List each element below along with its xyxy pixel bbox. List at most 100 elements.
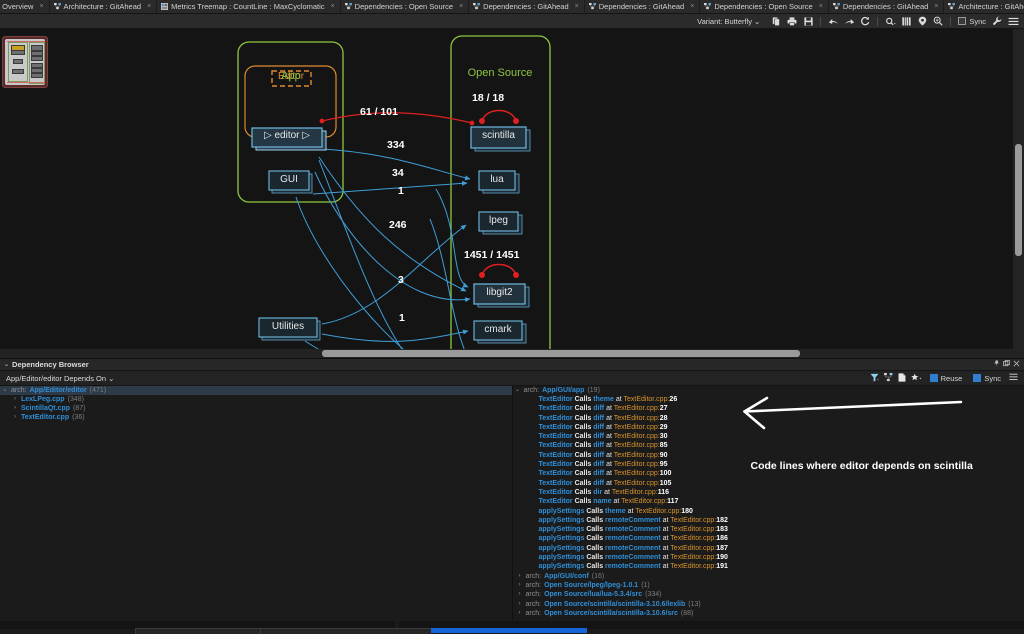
- collapsed-group-row[interactable]: › arch: Open Source/lpeg/lpeg-1.0.1 (1): [513, 581, 1024, 590]
- collapsed-group-row[interactable]: › arch: Open Source/scintilla/scintilla-3.…: [513, 600, 1024, 609]
- variant-selector[interactable]: Variant: Butterfly ⌄: [697, 17, 760, 26]
- tab-2[interactable]: Metrics Treemap : CountLine : MaxCycloma…: [157, 0, 341, 13]
- tab-0[interactable]: t Overview ×: [0, 0, 50, 13]
- chevron-down-icon[interactable]: ⌄: [515, 386, 521, 395]
- tab-4[interactable]: Dependencies : GitAhead ×: [469, 0, 585, 13]
- collapsed-group-row[interactable]: › arch: App/GUI/conf (16): [513, 572, 1024, 581]
- call-row[interactable]: applySettings Calls remoteComment at Tex…: [513, 525, 1024, 534]
- chevron-right-icon[interactable]: ›: [517, 590, 523, 599]
- node-gui[interactable]: GUI: [269, 174, 309, 185]
- columns-icon[interactable]: [898, 14, 914, 28]
- node-editor[interactable]: ▷ editor ▷: [255, 130, 319, 141]
- hamburger-icon[interactable]: [1005, 14, 1021, 28]
- undock-icon[interactable]: [1003, 360, 1010, 369]
- hierarchy-icon[interactable]: [883, 372, 893, 384]
- chevron-down-icon[interactable]: ⌄: [4, 361, 9, 368]
- tab-close-icon[interactable]: ×: [819, 3, 823, 10]
- chevron-right-icon[interactable]: ›: [12, 413, 18, 422]
- reuse-toggle[interactable]: Reuse: [929, 374, 962, 383]
- call-row[interactable]: applySettings Calls remoteComment at Tex…: [513, 553, 1024, 562]
- tab-1[interactable]: Architecture : GitAhead ×: [49, 0, 158, 13]
- copy-icon[interactable]: [768, 14, 784, 28]
- tab-close-icon[interactable]: ×: [690, 3, 694, 10]
- tab-close-icon[interactable]: ×: [147, 3, 151, 10]
- chevron-right-icon[interactable]: ›: [12, 404, 18, 413]
- call-row[interactable]: applySettings Calls remoteComment at Tex…: [513, 544, 1024, 553]
- depends-on-selector[interactable]: App/Editor/editor Depends On ⌄: [6, 374, 114, 383]
- location-pin-icon[interactable]: [914, 14, 930, 28]
- chevron-right-icon[interactable]: ›: [517, 581, 523, 590]
- print-icon[interactable]: [784, 14, 800, 28]
- tab-7[interactable]: Dependencies : GitAhead ×: [828, 0, 945, 13]
- star-icon[interactable]: [910, 373, 922, 384]
- tree-row[interactable]: ⌄ arch: App/Editor/editor (471): [0, 386, 512, 395]
- call-row[interactable]: applySettings Calls remoteComment at Tex…: [513, 534, 1024, 543]
- call-at: at: [606, 461, 612, 469]
- call-row[interactable]: TextEditor Calls dir at TextEditor.cpp:1…: [513, 488, 1024, 497]
- tab-8[interactable]: Architecture : GitAhead ×: [944, 0, 1024, 13]
- call-function: TextEditor: [538, 442, 573, 450]
- node-libgit2[interactable]: libgit2: [474, 287, 525, 298]
- scrollbar-thumb[interactable]: [1015, 144, 1022, 256]
- save-icon[interactable]: [800, 14, 816, 28]
- toolbar-sync-toggle[interactable]: Sync: [958, 17, 986, 26]
- tree-row[interactable]: › LexLPeg.cpp (348): [0, 395, 512, 404]
- collapsed-group-row[interactable]: › arch: Open Source/scintilla/scintilla-3.…: [513, 609, 1024, 618]
- call-target: remoteComment: [605, 563, 661, 571]
- graph-horizontal-scrollbar[interactable]: [0, 349, 1013, 358]
- call-function: applySettings: [538, 554, 585, 562]
- chevron-right-icon[interactable]: ›: [517, 572, 523, 581]
- node-utilities[interactable]: Utilities: [259, 321, 317, 332]
- graph-vertical-scrollbar[interactable]: [1013, 29, 1024, 358]
- collapsed-group-row[interactable]: › arch: Open Source/lua/lua-5.3.4/src (334): [513, 590, 1024, 599]
- graph-overview-minimap[interactable]: [2, 36, 48, 88]
- dependency-graph-canvas[interactable]: Editor App ▷ editor ▷ GUI Utilities Open…: [0, 29, 1024, 358]
- document-icon[interactable]: [898, 372, 906, 384]
- tree-row[interactable]: › TextEditor.cpp (36): [0, 413, 512, 422]
- tab-close-icon[interactable]: ×: [39, 3, 43, 10]
- call-row[interactable]: applySettings Calls remoteComment at Tex…: [513, 562, 1024, 571]
- pin-icon[interactable]: [993, 360, 1000, 369]
- node-lua[interactable]: lua: [479, 174, 515, 185]
- hamburger-icon[interactable]: [1009, 373, 1018, 383]
- dependency-sync-toggle[interactable]: Sync: [973, 374, 1001, 383]
- dependency-source-tree[interactable]: ⌄ arch: App/Editor/editor (471) › LexLPe…: [0, 386, 513, 621]
- forward-arrow-icon[interactable]: [841, 14, 857, 28]
- zoom-fit-icon[interactable]: [930, 14, 946, 28]
- scrollbar-thumb[interactable]: [322, 350, 800, 357]
- call-row[interactable]: applySettings Calls remoteComment at Tex…: [513, 516, 1024, 525]
- tab-5[interactable]: Dependencies : GitAhead ×: [584, 0, 701, 13]
- node-lpeg[interactable]: lpeg: [479, 215, 518, 226]
- node-cmark[interactable]: cmark: [474, 324, 522, 335]
- tree-row[interactable]: › ScintillaQt.cpp (87): [0, 404, 512, 413]
- status-segment[interactable]: [135, 628, 260, 634]
- back-arrow-icon[interactable]: [825, 14, 841, 28]
- call-file: TextEditor.cpp: [611, 488, 656, 496]
- call-row[interactable]: TextEditor Calls diff at TextEditor.cpp:…: [513, 479, 1024, 488]
- tab-close-icon[interactable]: ×: [459, 3, 463, 10]
- filter-icon[interactable]: [870, 373, 879, 384]
- graph-icon: [53, 3, 61, 10]
- tab-6[interactable]: Dependencies : Open Source ×: [700, 0, 829, 13]
- dependency-detail-pane[interactable]: ⌄ arch: App/GUI/app (19) TextEditor Call…: [512, 386, 1024, 621]
- chevron-right-icon[interactable]: ›: [517, 609, 523, 618]
- tab-label: Architecture : GitAhead: [63, 2, 142, 11]
- chevron-right-icon[interactable]: ›: [12, 395, 18, 404]
- group-count: (13): [688, 600, 701, 608]
- call-row[interactable]: TextEditor Calls name at TextEditor.cpp:…: [513, 497, 1024, 506]
- zoom-search-icon[interactable]: [882, 14, 898, 28]
- collapsed-group-list[interactable]: › arch: App/GUI/conf (16) › arch: Open Source/…: [513, 572, 1024, 618]
- tab-close-icon[interactable]: ×: [575, 3, 579, 10]
- chevron-right-icon[interactable]: ›: [517, 600, 523, 609]
- chevron-down-icon[interactable]: ⌄: [2, 386, 8, 395]
- tab-close-icon[interactable]: ×: [934, 3, 938, 10]
- node-scintilla[interactable]: scintilla: [471, 130, 526, 141]
- tab-3[interactable]: Dependencies : Open Source ×: [340, 0, 470, 13]
- status-segment[interactable]: [260, 628, 431, 634]
- tab-close-icon[interactable]: ×: [331, 3, 335, 10]
- wrench-icon[interactable]: [989, 14, 1005, 28]
- refresh-icon[interactable]: [857, 14, 873, 28]
- close-icon[interactable]: [1013, 360, 1020, 369]
- call-keyword: Calls: [574, 396, 592, 403]
- call-row[interactable]: applySettings Calls theme at TextEditor.…: [513, 507, 1024, 516]
